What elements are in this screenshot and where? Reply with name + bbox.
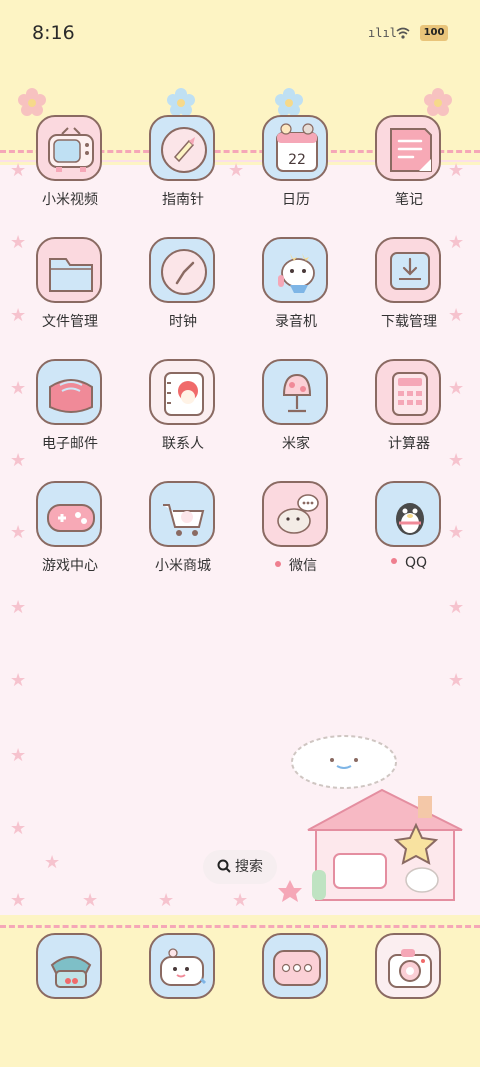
dock-phone[interactable] <box>36 933 102 999</box>
flower-icon <box>18 88 46 116</box>
app-label: 指南针 <box>162 192 204 208</box>
app-label: 小米视频 <box>42 192 98 208</box>
folder-icon <box>36 237 102 303</box>
lamp-icon <box>262 359 328 425</box>
app-label: 联系人 <box>162 436 204 452</box>
search-label: 搜索 <box>235 859 263 875</box>
app-label: 文件管理 <box>42 314 98 330</box>
mail-icon <box>36 359 102 425</box>
contacts-icon <box>149 359 215 425</box>
app-label: 时钟 <box>169 314 197 330</box>
star-icon: ★ <box>232 890 249 911</box>
app-calendar[interactable]: 22 日历 <box>240 115 352 225</box>
app-label: 游戏中心 <box>42 558 98 574</box>
star-icon: ★ <box>10 818 27 839</box>
dock-more[interactable] <box>262 933 328 999</box>
house-illustration <box>278 735 463 902</box>
messages-icon <box>160 948 207 986</box>
app-label: 米家 <box>282 436 310 452</box>
gamepad-icon <box>36 481 102 547</box>
app-label: 电子邮件 <box>42 436 98 452</box>
notification-dot <box>390 558 397 564</box>
notification-dot <box>275 561 281 567</box>
app-label: 笔记 <box>395 192 423 208</box>
star-icon: ★ <box>10 890 27 911</box>
app-contacts[interactable]: 联系人 <box>127 359 239 469</box>
app-compass[interactable]: 指南针 <box>127 115 239 225</box>
app-label: 计算器 <box>388 436 430 452</box>
app-label: 下载管理 <box>381 314 437 330</box>
calculator-icon <box>375 359 441 425</box>
dock-messages[interactable] <box>149 933 215 999</box>
wechat-icon <box>262 481 328 547</box>
app-label: 小米商城 <box>155 558 211 574</box>
camera-icon <box>388 949 432 988</box>
phone-icon <box>50 956 92 988</box>
app-mi-store[interactable]: 小米商城 <box>127 481 239 591</box>
app-mi-video[interactable]: 小米视频 <box>14 115 126 225</box>
app-calculator[interactable]: 计算器 <box>353 359 465 469</box>
star-icon: ★ <box>10 745 27 766</box>
svg-text:22: 22 <box>288 152 306 168</box>
app-file-manager[interactable]: 文件管理 <box>14 237 126 347</box>
star-icon: ★ <box>448 670 465 691</box>
flower-icon <box>424 88 452 116</box>
flower-icon <box>167 88 195 116</box>
status-time: 8:16 <box>32 22 75 44</box>
status-bar: 8:16 ılıl 100 <box>0 0 480 68</box>
star-icon: ★ <box>10 670 27 691</box>
notes-icon <box>375 115 441 181</box>
app-game-center[interactable]: 游戏中心 <box>14 481 126 591</box>
search-icon <box>217 859 231 873</box>
star-icon: ★ <box>158 890 175 911</box>
clock-icon <box>149 237 215 303</box>
recorder-icon <box>262 237 328 303</box>
app-notes[interactable]: 笔记 <box>353 115 465 225</box>
star-icon: ★ <box>44 852 61 873</box>
flower-icon <box>275 88 303 116</box>
app-recorder[interactable]: 录音机 <box>240 237 352 347</box>
battery-indicator: 100 <box>420 25 448 41</box>
star-icon: ★ <box>448 597 465 618</box>
more-icon <box>273 950 321 986</box>
app-email[interactable]: 电子邮件 <box>14 359 126 469</box>
app-wechat[interactable]: 微信 <box>240 481 352 591</box>
app-label: 日历 <box>282 192 310 208</box>
signal-icon: ılıl <box>368 26 397 40</box>
app-mijia[interactable]: 米家 <box>240 359 352 469</box>
dock-camera[interactable] <box>375 933 441 999</box>
calendar-icon: 22 <box>262 115 328 181</box>
star-icon: ★ <box>82 890 99 911</box>
app-label: 录音机 <box>275 314 317 330</box>
compass-icon <box>149 115 215 181</box>
download-icon <box>375 237 441 303</box>
qq-penguin-icon <box>375 481 441 547</box>
app-qq[interactable]: QQ <box>353 481 465 591</box>
app-label: 微信 <box>240 555 352 575</box>
tv-icon <box>36 115 102 181</box>
wifi-icon <box>396 27 410 39</box>
app-clock[interactable]: 时钟 <box>127 237 239 347</box>
search-button[interactable]: 搜索 <box>203 850 277 884</box>
app-label: QQ <box>353 555 465 571</box>
star-icon: ★ <box>10 597 27 618</box>
app-download-manager[interactable]: 下载管理 <box>353 237 465 347</box>
cart-icon <box>149 481 215 547</box>
